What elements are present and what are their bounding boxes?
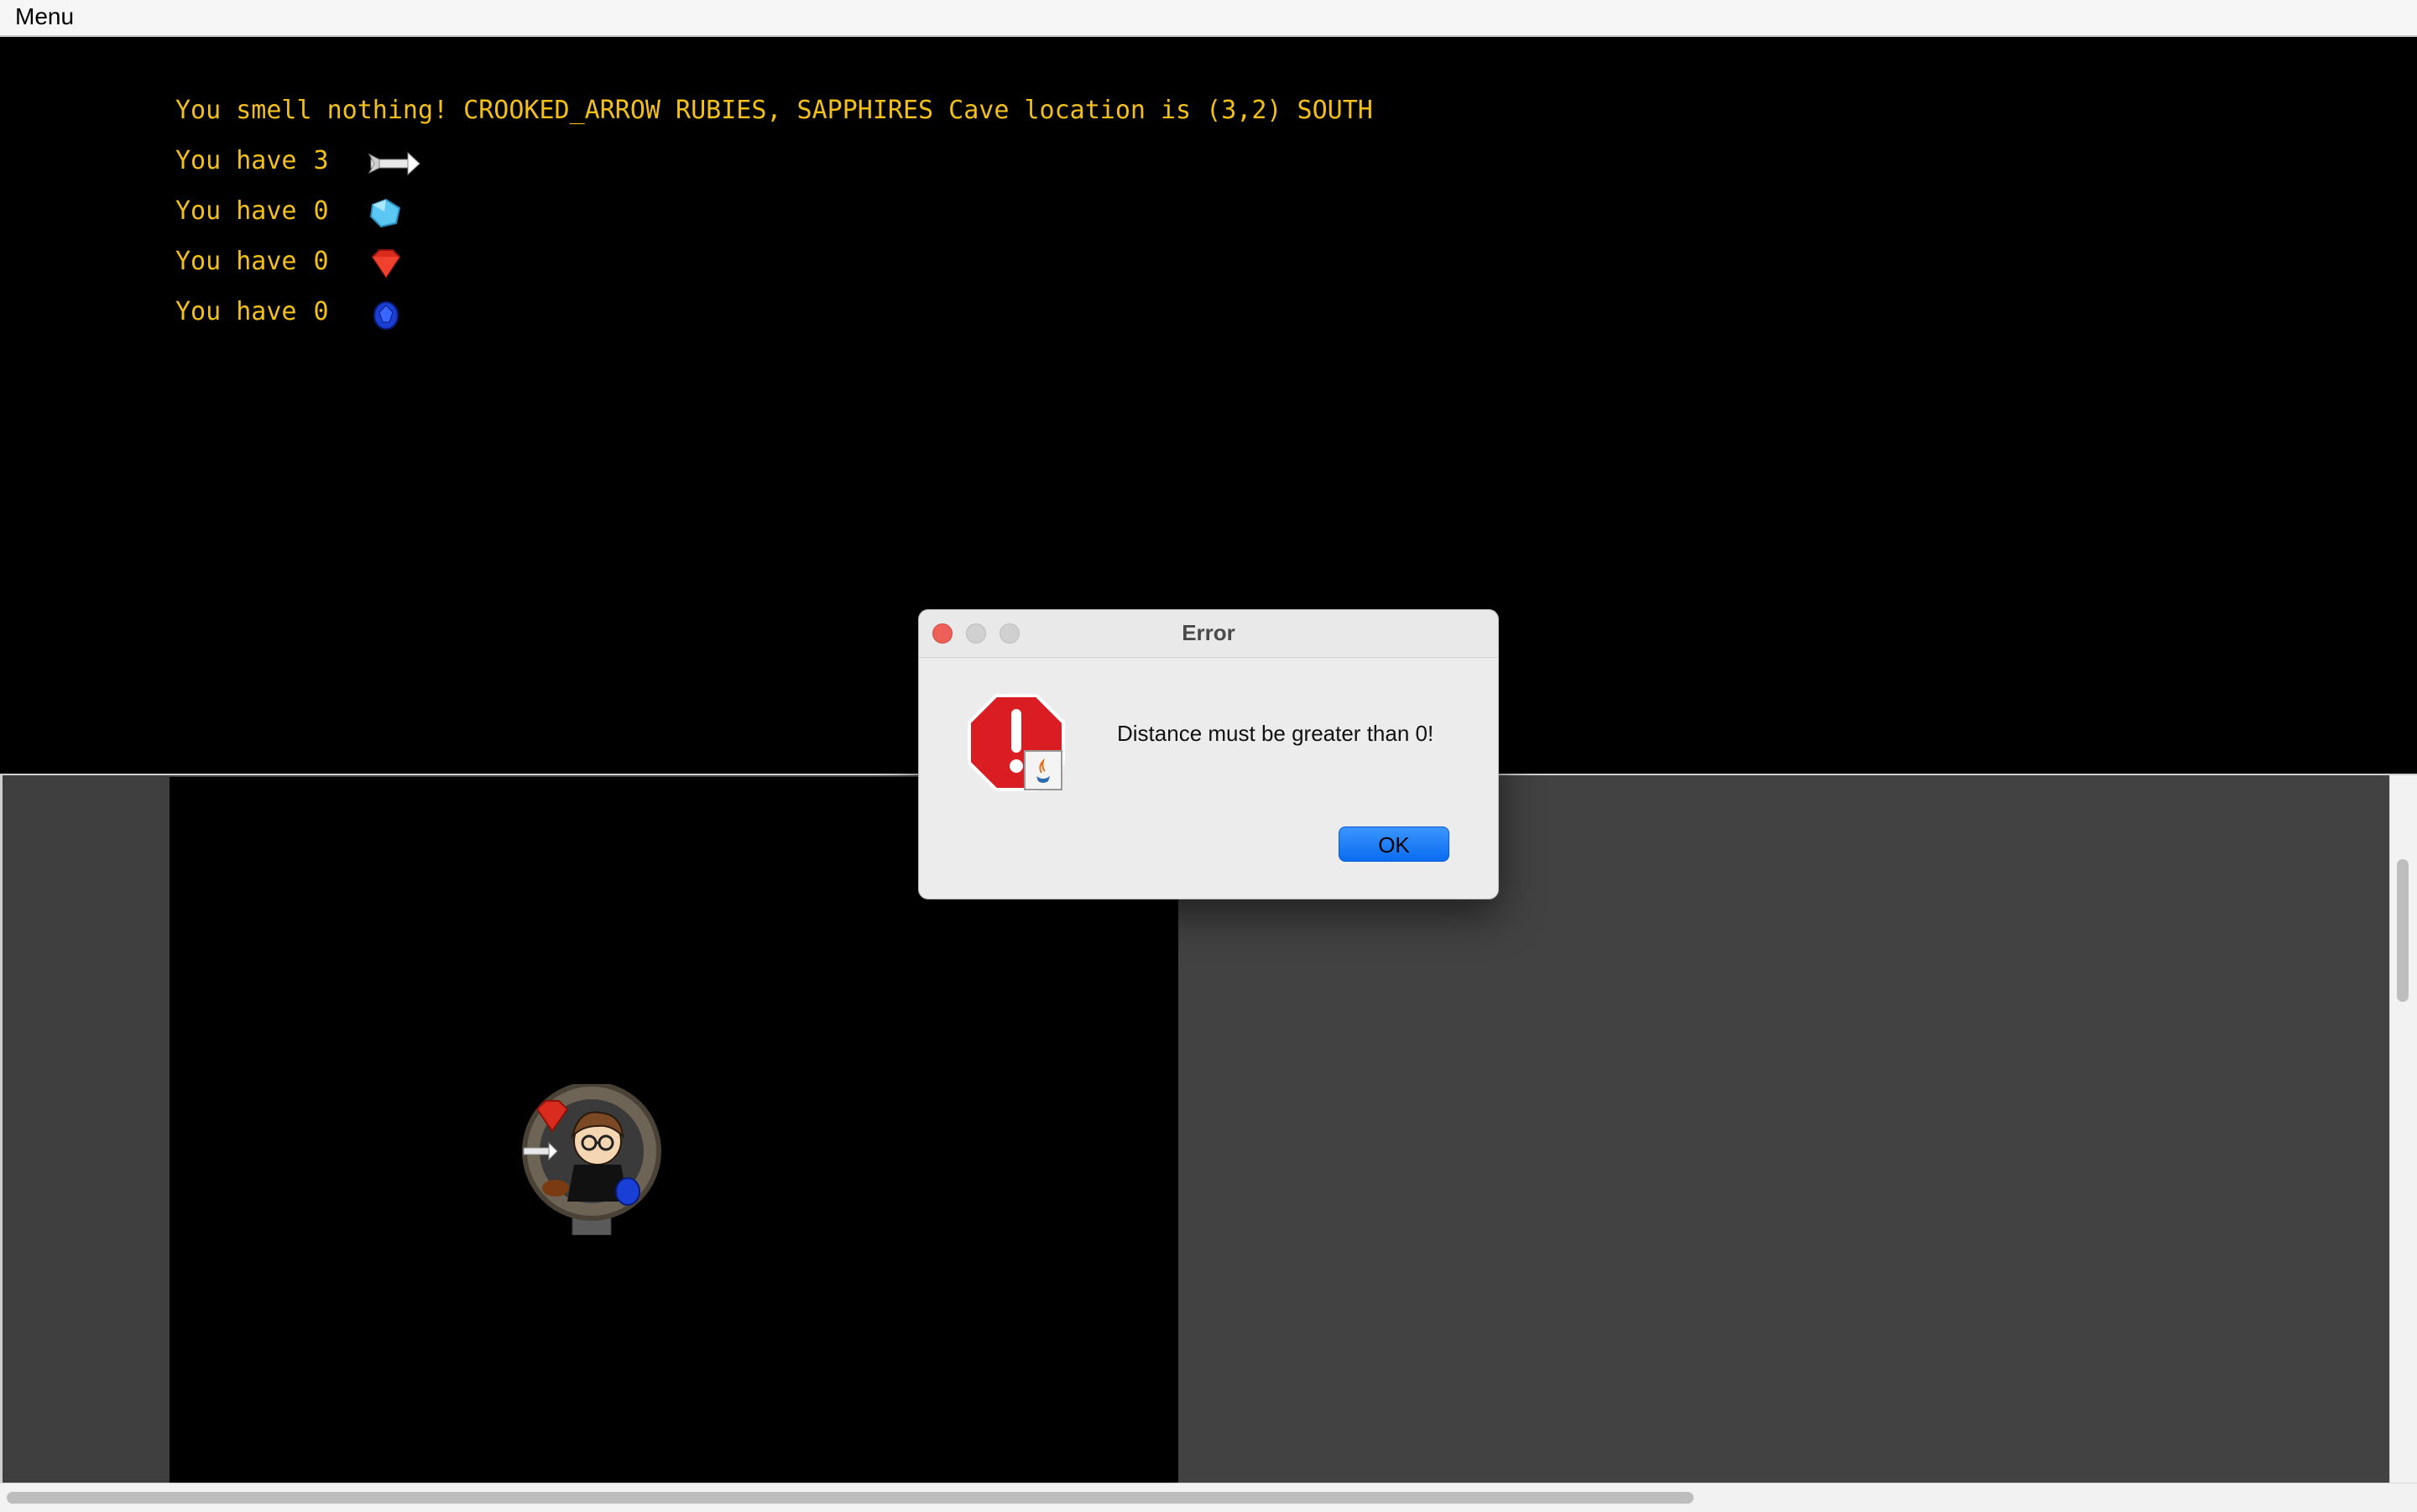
sapphire-item-icon [615,1177,640,1206]
ok-button[interactable]: OK [1339,826,1449,862]
dialog-titlebar: Error [919,610,1498,658]
diamond-icon [369,198,401,228]
inventory-row-rubies: You have 0 [175,247,329,276]
inventory-count: 0 [313,196,329,226]
error-dialog: Error Distance must be greater than 0! O… [918,609,1499,899]
vertical-scroll-thumb[interactable] [2397,859,2409,1002]
status-message: You smell nothing! CROOKED_ARROW RUBIES,… [175,96,1373,125]
error-message: Distance must be greater than 0! [1117,721,1434,746]
menu-button[interactable]: Menu [15,3,74,30]
arrow-icon [368,151,420,176]
vertical-scrollbar[interactable] [2389,775,2417,1483]
inventory-count: 3 [313,146,329,175]
inventory-label: You have [175,196,297,226]
inventory-label: You have [175,297,297,326]
inventory-label: You have [175,247,297,276]
left-margin [0,775,170,1483]
sapphire-icon [373,301,399,330]
inventory-row-arrows: You have 3 [175,146,329,175]
inventory-count: 0 [313,247,329,276]
inventory-count: 0 [313,297,329,326]
player-cave-tile [522,1084,661,1235]
menu-bar: Menu [0,0,2417,37]
inventory-row-diamonds: You have 0 [175,196,329,226]
inventory-row-sapphires: You have 0 [175,297,329,326]
ruby-icon [371,249,401,279]
error-stop-icon [968,694,1065,791]
horizontal-scrollbar[interactable] [0,1483,2417,1512]
inventory-label: You have [175,146,297,175]
dialog-title: Error [1182,620,1235,645]
horizontal-scroll-thumb[interactable] [7,1492,1694,1504]
